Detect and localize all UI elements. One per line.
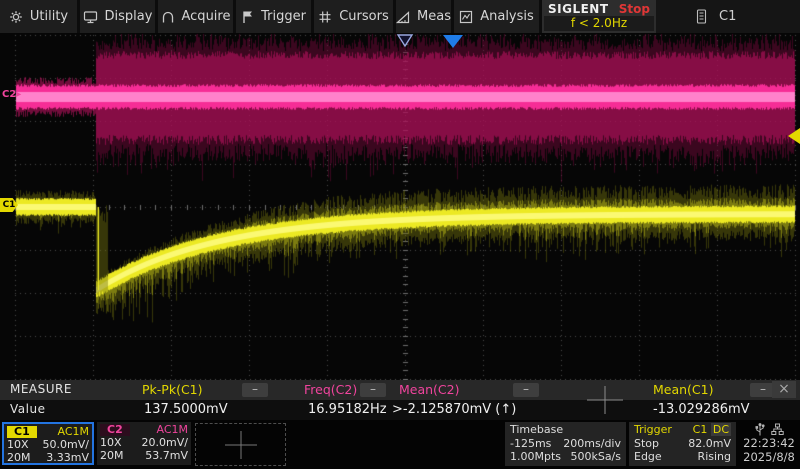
measure-1-remove-button[interactable]: – — [242, 383, 268, 397]
add-measurement-button[interactable] — [586, 385, 624, 415]
menu-bar: Utility Display Acquire Trigger Cursors … — [0, 0, 800, 33]
trigger-slope: Rising — [698, 450, 731, 464]
system-info: 22:23:42 2025/8/8 — [738, 422, 800, 464]
timebase-box[interactable]: Timebase -125ms 200ms/div 1.00Mpts 500kS… — [505, 422, 626, 466]
notification-list-icon[interactable] — [696, 9, 707, 24]
display-icon — [83, 10, 98, 24]
horizontal-reference-marker[interactable] — [396, 34, 414, 48]
gear-icon — [9, 10, 23, 24]
oscilloscope-screen: Utility Display Acquire Trigger Cursors … — [0, 0, 800, 469]
measure-3-value: >-2.125870mV (↑) — [392, 402, 516, 417]
trigger-source-indicator: C1 — [719, 9, 736, 24]
waveform-display[interactable]: C2▸ C1 — [0, 33, 800, 380]
c2-coupling: AC1M — [156, 423, 188, 436]
channel-box-c1[interactable]: C1 AC1M 10X 50.0mV/ 20M 3.33mV — [2, 422, 94, 465]
timebase-sample-rate: 500kSa/s — [570, 450, 621, 464]
measure-panel: MEASURE Value Pk-Pk(C1) – 137.5000mV Fre… — [0, 380, 800, 420]
trigger-level-value: 82.0mV — [688, 437, 731, 451]
menu-utility-label: Utility — [30, 9, 68, 24]
trigger-status: Stop — [634, 437, 659, 451]
c1-bandwidth: 20M — [7, 451, 31, 464]
meas-icon — [396, 10, 410, 24]
analysis-icon — [459, 10, 473, 24]
c2-badge: C2 — [100, 424, 130, 436]
plus-icon — [219, 429, 263, 461]
c1-badge: C1 — [7, 426, 37, 438]
system-date: 2025/8/8 — [738, 450, 800, 464]
timebase-memory: 1.00Mpts — [510, 450, 561, 464]
trigger-flag-icon — [241, 10, 254, 24]
acquisition-status-badge[interactable]: Stop — [619, 2, 650, 16]
menu-acquire[interactable]: Acquire — [158, 0, 236, 33]
menu-trigger[interactable]: Trigger — [236, 0, 314, 33]
menu-utility[interactable]: Utility — [0, 0, 80, 33]
c2-position-marker[interactable]: C2▸ — [2, 89, 21, 100]
acquire-icon — [161, 10, 175, 24]
menu-display[interactable]: Display — [80, 0, 158, 33]
trigger-coupling: DC — [711, 423, 731, 436]
cursors-icon — [318, 10, 332, 24]
usb-icon — [755, 423, 765, 436]
measure-4-name: Mean(C1) — [653, 382, 714, 397]
waveform-canvas[interactable] — [0, 33, 800, 380]
system-time: 22:23:42 — [738, 436, 800, 450]
measure-1-name: Pk-Pk(C1) — [142, 382, 203, 397]
trigger-label: Trigger — [634, 423, 672, 437]
menu-cursors-label: Cursors — [339, 9, 389, 24]
siglent-logo: SIGLENT — [548, 2, 609, 16]
trigger-type: Edge — [634, 450, 662, 464]
add-channel-slot[interactable] — [195, 423, 286, 466]
c2-scale: 20.0mV/ — [142, 436, 188, 449]
status-bar: C1 AC1M 10X 50.0mV/ 20M 3.33mV C2 AC1M 1… — [0, 420, 800, 469]
measure-2-remove-button[interactable]: – — [360, 383, 386, 397]
trigger-level-marker[interactable] — [788, 128, 800, 144]
menu-cursors[interactable]: Cursors — [314, 0, 396, 33]
trigger-source: C1 — [693, 423, 708, 436]
menu-meas-label: Meas — [417, 9, 451, 24]
measure-2-value: 16.95182Hz — [308, 402, 387, 417]
timebase-delay: -125ms — [510, 437, 551, 451]
channel-box-c2[interactable]: C2 AC1M 10X 20.0mV/ 20M 53.7mV — [97, 422, 191, 465]
measure-panel-title: MEASURE — [10, 382, 72, 396]
menu-acquire-label: Acquire — [182, 9, 231, 24]
measure-3-remove-button[interactable]: – — [513, 383, 539, 397]
measure-close-button[interactable]: × — [772, 381, 796, 398]
frequency-counter: f < 2.0Hz — [544, 16, 654, 31]
menu-meas[interactable]: Meas — [396, 0, 454, 33]
menu-trigger-label: Trigger — [261, 9, 306, 24]
measure-3-name: Mean(C2) — [399, 382, 460, 397]
menu-analysis-label: Analysis — [480, 9, 534, 24]
measure-value-row-label: Value — [10, 402, 45, 416]
menu-analysis[interactable]: Analysis — [454, 0, 542, 33]
c2-bandwidth: 20M — [100, 449, 124, 462]
timebase-label: Timebase — [510, 423, 563, 437]
measure-1-value: 137.5000mV — [144, 402, 228, 417]
lan-icon — [771, 423, 784, 436]
c1-scale: 50.0mV/ — [43, 438, 89, 451]
trigger-box[interactable]: Trigger C1 DC Stop 82.0mV Edge Rising — [629, 422, 736, 466]
timebase-scale: 200ms/div — [563, 437, 621, 451]
measure-2-name: Freq(C2) — [304, 382, 357, 397]
c1-coupling: AC1M — [57, 425, 89, 438]
menu-display-label: Display — [105, 9, 153, 24]
c2-offset: 53.7mV — [145, 449, 188, 462]
c1-probe: 10X — [7, 438, 29, 451]
measure-4-value: -13.029286mV — [653, 402, 750, 417]
trigger-position-marker[interactable] — [443, 35, 463, 48]
brand-status-box: SIGLENT Stop f < 2.0Hz — [542, 0, 656, 33]
c1-offset: 3.33mV — [46, 451, 89, 464]
c2-probe: 10X — [100, 436, 122, 449]
